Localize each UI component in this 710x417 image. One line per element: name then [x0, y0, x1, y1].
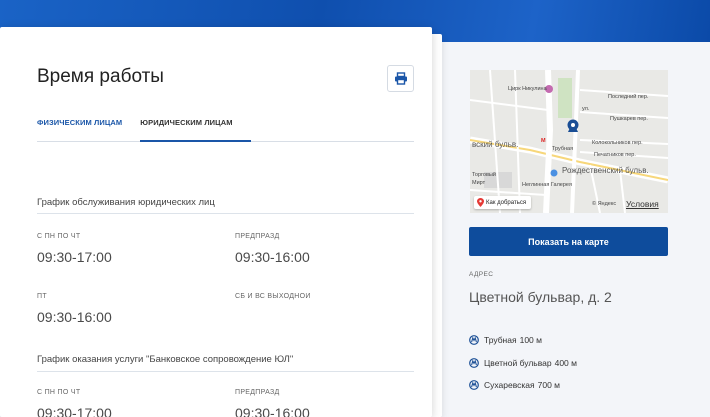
route-badge[interactable]: Как добраться: [474, 196, 532, 209]
route-label: Как добраться: [486, 199, 527, 206]
metro-icon: [469, 358, 479, 368]
map-label: вский бульв.: [472, 140, 519, 149]
map-label: Мирт: [472, 180, 486, 186]
section-divider: [37, 371, 414, 372]
section-title-banking-support: График оказания услуги "Банковское сопро…: [37, 354, 294, 365]
metro-station: Цветной бульвар 400 м: [469, 358, 577, 368]
map-label: Рождественский бульв.: [562, 166, 649, 175]
metro-station-name: Трубная: [484, 335, 517, 345]
metro-station-distance: 100 м: [519, 335, 542, 345]
map-label: Торговый: [472, 172, 496, 178]
schedule-label: ПРЕДПРАЗД: [235, 389, 280, 396]
print-button[interactable]: [387, 65, 414, 92]
metro-map-marker: М: [541, 138, 546, 144]
schedule-value: 09:30-16:00: [235, 405, 310, 417]
schedule-value: 09:30-16:00: [37, 309, 112, 325]
schedule-label: СБ И ВС ВЫХОДНОИ: [235, 293, 311, 300]
schedule-label: С ПН ПО ЧТ: [37, 233, 81, 240]
metro-station-distance: 400 м: [554, 358, 577, 368]
metro-icon: [469, 335, 479, 345]
address-value: Цветной бульвар, д. 2: [469, 289, 612, 305]
section-divider: [37, 213, 414, 214]
schedule-label: ПТ: [37, 293, 47, 300]
address-label: АДРЕС: [469, 271, 494, 278]
tab-legal-entities[interactable]: ЮРИДИЧЕСКИМ ЛИЦАМ: [140, 118, 251, 142]
map-label: Колокольников пер.: [592, 140, 643, 146]
schedule-label: С ПН ПО ЧТ: [37, 389, 81, 396]
map-label: Печатников пер.: [594, 152, 636, 158]
metro-station-distance: 700 м: [537, 380, 561, 390]
map-terms-link[interactable]: Условия: [626, 199, 659, 209]
schedule-value: 09:30-17:00: [37, 249, 112, 265]
map-label: Последний пер.: [608, 94, 649, 100]
map-label: Неглинная Галерея: [522, 182, 572, 188]
map-label: Пушкарев пер.: [610, 116, 648, 122]
metro-station-name: Сухаревская: [484, 380, 535, 390]
section-title-legal-service: График обслуживания юридических лиц: [37, 197, 215, 208]
show-on-map-button[interactable]: Показать на карте: [469, 227, 668, 256]
map-label: Цирк Никулина: [508, 86, 547, 92]
schedule-value: 09:30-16:00: [235, 249, 310, 265]
map-copyright: © Яндекс: [592, 201, 617, 207]
metro-icon: [469, 380, 479, 390]
map-label: ул.: [582, 106, 590, 112]
metro-station: Трубная 100 м: [469, 335, 542, 345]
working-hours-card: Время работы ФИЗИЧЕСКИМ ЛИЦАМ ЮРИДИЧЕСКИ…: [0, 27, 432, 417]
printer-icon: [394, 72, 407, 85]
page-title: Время работы: [37, 66, 164, 87]
schedule-label: ПРЕДПРАЗД: [235, 233, 280, 240]
tab-individuals[interactable]: ФИЗИЧЕСКИМ ЛИЦАМ: [37, 118, 140, 142]
metro-station: Сухаревская 700 м: [469, 380, 560, 390]
metro-station-name: Цветной бульвар: [484, 358, 552, 368]
schedule-value: 09:30-17:00: [37, 405, 112, 417]
map-label: Трубная: [552, 146, 574, 152]
client-type-tabs: ФИЗИЧЕСКИМ ЛИЦАМ ЮРИДИЧЕСКИМ ЛИЦАМ: [37, 118, 414, 142]
location-map[interactable]: Цирк Никулина Последний пер. Пушкарев пе…: [470, 70, 668, 213]
location-pin-icon: [477, 198, 484, 207]
